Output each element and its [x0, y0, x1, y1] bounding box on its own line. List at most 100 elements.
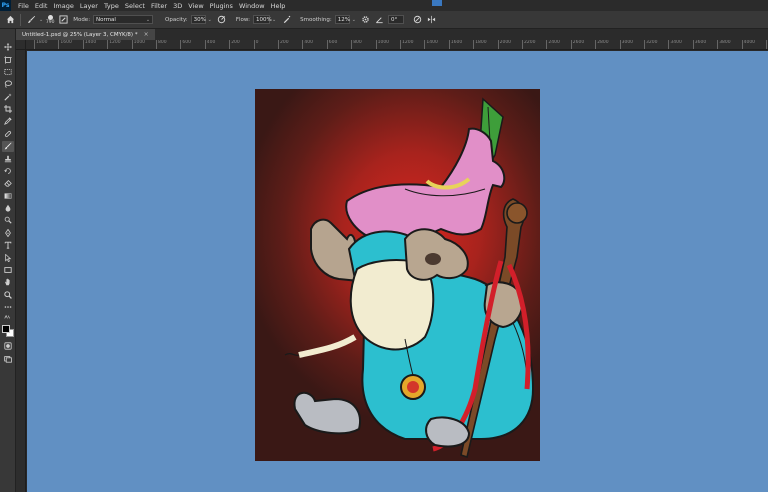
menu-edit[interactable]: Edit [32, 2, 51, 10]
menu-type[interactable]: Type [101, 2, 122, 10]
eraser-tool-icon[interactable] [2, 178, 14, 189]
menu-window[interactable]: Window [236, 2, 268, 10]
marquee-tool-icon[interactable] [2, 66, 14, 77]
clone-stamp-tool-icon[interactable] [2, 153, 14, 164]
foreground-color-swatch[interactable] [1, 324, 10, 333]
close-icon[interactable]: × [144, 31, 149, 38]
vertical-ruler[interactable] [16, 40, 26, 492]
menu-filter[interactable]: Filter [148, 2, 170, 10]
ruler-tick-label: 2000 [499, 40, 512, 45]
ruler-tick [717, 40, 719, 49]
ruler-tick-label: 400 [304, 40, 313, 45]
ruler-tick-label: 3800 [719, 40, 731, 45]
chevron-down-icon[interactable]: ⌄ [272, 17, 276, 23]
ruler-tick [58, 40, 60, 49]
chevron-down-icon[interactable]: ⌄ [208, 17, 212, 23]
ruler-corner[interactable] [16, 40, 26, 50]
dodge-tool-icon[interactable] [2, 215, 14, 226]
document-artwork[interactable] [255, 89, 540, 461]
ruler-tick-label: 1400 [84, 40, 97, 45]
angle-field[interactable]: 0° [387, 15, 404, 24]
angle-icon [374, 14, 386, 26]
move-tool-icon[interactable] [2, 42, 14, 53]
smoothing-value: 12% [337, 16, 350, 23]
gear-icon[interactable] [360, 14, 372, 26]
artboard-tool-icon[interactable] [2, 54, 14, 65]
magic-wand-tool-icon[interactable] [2, 91, 14, 102]
ruler-tick [473, 40, 475, 49]
ruler-tick [570, 40, 572, 49]
menu-plugins[interactable]: Plugins [207, 2, 236, 10]
menu-3d[interactable]: 3D [170, 2, 185, 10]
pressure-size-icon[interactable] [412, 14, 424, 26]
menu-view[interactable]: View [185, 2, 206, 10]
menu-image[interactable]: Image [50, 2, 76, 10]
lasso-tool-icon[interactable] [2, 79, 14, 90]
ruler-tick-label: 1600 [60, 40, 72, 45]
pen-tool-icon[interactable] [2, 227, 14, 238]
ruler-tick-label: 2600 [572, 40, 585, 45]
photoshop-window: Ps File Edit Image Layer Type Select Fil… [0, 0, 768, 492]
window-control-indicator [432, 0, 442, 6]
history-brush-tool-icon[interactable] [2, 165, 14, 176]
swap-colors-icon[interactable] [2, 314, 14, 321]
ruler-tick [229, 40, 231, 49]
menu-help[interactable]: Help [268, 2, 289, 10]
chevron-down-icon[interactable]: ⌄ [352, 17, 356, 23]
opacity-field[interactable]: 30% [190, 15, 206, 24]
ruler-tick [448, 40, 450, 49]
smoothing-field[interactable]: 12% [334, 15, 350, 24]
ruler-tick-label: 3400 [670, 40, 682, 45]
opacity-label: Opacity: [165, 16, 188, 23]
flow-value: 100% [255, 16, 272, 23]
mode-select[interactable]: Normal ⌄ [93, 15, 154, 24]
horizontal-ruler[interactable]: 1800 1600 1400 1200 1000 800 600 400 200 0 200 400 6… [26, 40, 768, 50]
app-logo[interactable]: Ps [0, 0, 11, 11]
menu-layer[interactable]: Layer [77, 2, 101, 10]
separator [20, 13, 21, 26]
zoom-tool-icon[interactable] [2, 289, 14, 300]
menu-select[interactable]: Select [122, 2, 148, 10]
ruler-tick [107, 40, 109, 49]
symmetry-icon[interactable] [426, 14, 438, 26]
canvas-workspace[interactable] [27, 51, 768, 492]
brush-size-picker[interactable]: 790 [43, 12, 57, 28]
airbrush-icon[interactable] [280, 14, 292, 26]
ruler-tick-label: 2200 [524, 40, 536, 45]
healing-brush-tool-icon[interactable] [2, 128, 14, 139]
ruler-tick [424, 40, 426, 49]
quick-mask-icon[interactable] [2, 341, 14, 352]
ruler-tick [692, 40, 694, 49]
opacity-value: 30% [193, 16, 206, 23]
ruler-tick-label: 3600 [694, 40, 707, 45]
rectangle-tool-icon[interactable] [2, 264, 14, 275]
eyedropper-tool-icon[interactable] [2, 116, 14, 127]
wizard-illustration [284, 97, 535, 459]
brush-tool-icon[interactable] [1, 140, 14, 152]
ruler-tick [546, 40, 548, 49]
more-tools-icon[interactable] [2, 302, 14, 313]
ruler-tick [741, 40, 743, 49]
angle-value: 0° [390, 16, 398, 23]
menu-file[interactable]: File [15, 2, 32, 10]
document-tab[interactable]: Untitled-1.psd @ 25% (Layer 3, CMYK/8) *… [16, 29, 155, 40]
ruler-tick [131, 40, 133, 49]
home-icon[interactable] [4, 14, 16, 26]
ruler-tick [278, 40, 279, 49]
path-selection-tool-icon[interactable] [2, 252, 14, 263]
ruler-tick-label: 200 [231, 40, 240, 45]
blur-tool-icon[interactable] [2, 203, 14, 214]
pressure-opacity-icon[interactable] [216, 14, 228, 26]
ruler-tick [668, 40, 670, 49]
type-tool-icon[interactable] [2, 240, 14, 251]
hand-tool-icon[interactable] [2, 277, 14, 288]
screen-mode-icon[interactable] [2, 353, 14, 364]
document-tab-bar: Untitled-1.psd @ 25% (Layer 3, CMYK/8) *… [16, 29, 768, 40]
gradient-tool-icon[interactable] [2, 190, 14, 201]
brush-preset-icon[interactable] [25, 14, 37, 26]
flow-field[interactable]: 100% [252, 15, 272, 24]
brush-size-value: 790 [45, 19, 55, 25]
crop-tool-icon[interactable] [2, 104, 14, 115]
ruler-tick [156, 40, 157, 49]
brush-settings-icon[interactable] [57, 14, 69, 26]
